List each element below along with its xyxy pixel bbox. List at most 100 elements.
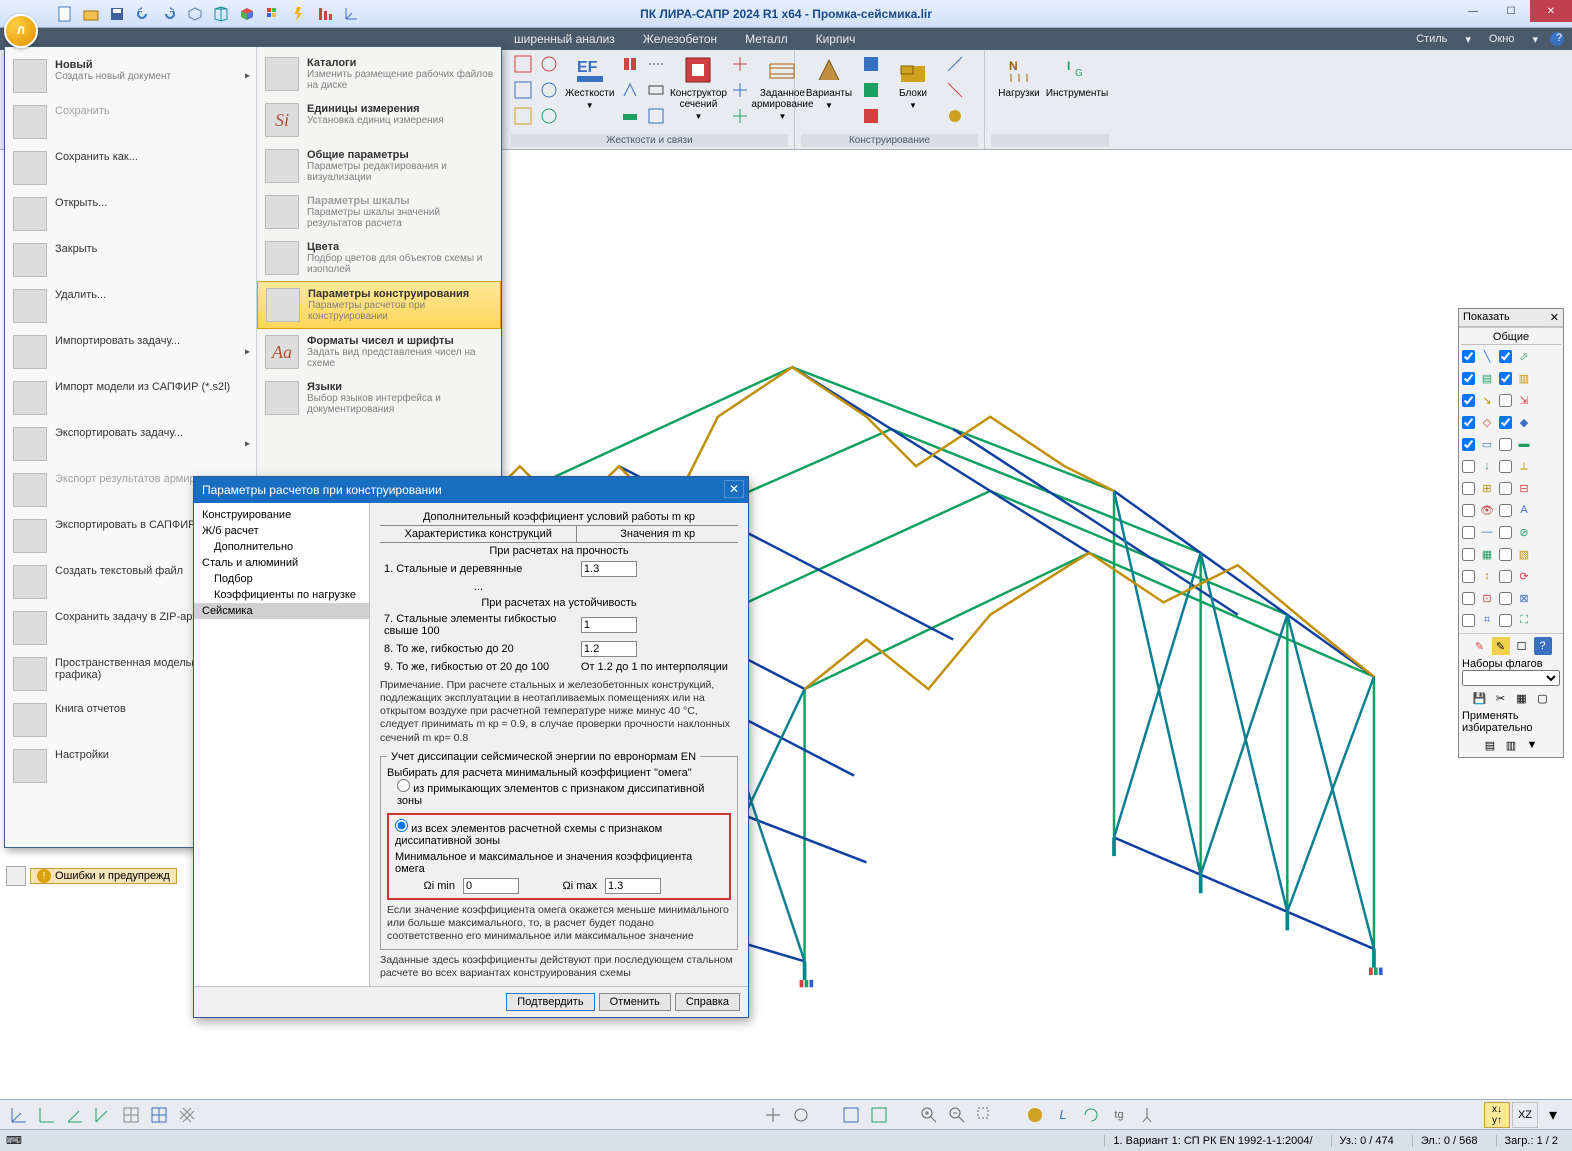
flag-checkbox[interactable] [1462, 570, 1475, 583]
ribbon-tab[interactable]: Железобетон [637, 32, 723, 46]
help-button[interactable]: Справка [675, 993, 740, 1011]
save-set-icon[interactable]: 💾 [1471, 689, 1489, 707]
tree-item[interactable]: Ж/б расчет [194, 523, 369, 539]
ribbon-tab[interactable]: Металл [739, 32, 793, 46]
grid-icon[interactable] [118, 1102, 144, 1128]
ribbon-mini-btn[interactable] [728, 52, 752, 76]
flag-checkbox[interactable] [1499, 372, 1512, 385]
flag-icon[interactable]: ⟳ [1515, 567, 1533, 585]
tool-icon[interactable]: ✎ [1471, 637, 1489, 655]
flagset-select[interactable] [1462, 670, 1560, 686]
axes-icon[interactable] [6, 1102, 32, 1128]
ribbon-tab[interactable]: Кирпич [810, 32, 862, 46]
flag-icon[interactable]: ⊠ [1515, 589, 1533, 607]
filter-funnel-icon[interactable]: ▼ [1523, 736, 1541, 754]
flag-checkbox[interactable] [1462, 526, 1475, 539]
mkr-value-7[interactable] [581, 617, 637, 633]
flag-icon[interactable]: ⊡ [1478, 589, 1496, 607]
warnings-tab[interactable]: !Ошибки и предупрежд [6, 866, 177, 886]
settings-submenu-item[interactable]: ЦветаПодбор цветов для объектов схемы и … [257, 235, 501, 281]
panel-title[interactable]: Показать✕ [1459, 309, 1563, 327]
axis-x-icon[interactable]: x↓y↑ [1484, 1102, 1510, 1128]
plane-xy-icon[interactable] [34, 1102, 60, 1128]
flag-icon[interactable]: A [1515, 501, 1533, 519]
flag-icon[interactable]: ▦ [1478, 545, 1496, 563]
flag-icon[interactable]: ⬀ [1515, 347, 1533, 365]
section-constructor-button[interactable]: Конструктор сечений▼ [670, 52, 726, 123]
L-icon[interactable]: L [1050, 1102, 1076, 1128]
skewgrid-icon[interactable] [174, 1102, 200, 1128]
tree-item[interactable]: Сейсмика [194, 603, 369, 619]
help-icon[interactable]: ? [1550, 32, 1564, 46]
app-menu-item[interactable]: Удалить... [5, 283, 256, 329]
omega-max-input[interactable] [605, 878, 661, 894]
flag-checkbox[interactable] [1462, 416, 1475, 429]
ribbon-mini-btn[interactable] [618, 78, 642, 102]
apply-icon[interactable]: ▦ [1513, 689, 1531, 707]
flag-icon[interactable]: ▥ [1515, 369, 1533, 387]
flag-checkbox[interactable] [1462, 504, 1475, 517]
blocks-button[interactable]: Блоки▼ [885, 52, 941, 112]
omega-min-input[interactable] [463, 878, 519, 894]
flag-icon[interactable]: ▧ [1515, 545, 1533, 563]
flag-icon[interactable]: ⌗ [1478, 611, 1496, 629]
ribbon-mini-btn[interactable] [728, 78, 752, 102]
zoom-out-icon[interactable] [944, 1102, 970, 1128]
confirm-button[interactable]: Подтвердить [506, 993, 594, 1011]
tool-icon[interactable]: ✎ [1492, 637, 1510, 655]
flag-checkbox[interactable] [1499, 526, 1512, 539]
flag-icon[interactable]: ⛶ [1515, 611, 1533, 629]
flag-icon[interactable]: ▬ [1515, 435, 1533, 453]
refresh-icon[interactable] [1078, 1102, 1104, 1128]
flag-icon[interactable]: ◆ [1515, 413, 1533, 431]
app-menu-item[interactable]: Закрыть [5, 237, 256, 283]
flag-checkbox[interactable] [1499, 416, 1512, 429]
radio-option-1[interactable]: из примыкающих элементов с признаком дис… [397, 779, 731, 807]
ribbon-mini-btn[interactable] [537, 78, 561, 102]
flag-checkbox[interactable] [1499, 504, 1512, 517]
flag-checkbox[interactable] [1499, 460, 1512, 473]
tree-item[interactable]: Подбор [194, 571, 369, 587]
status-variant[interactable]: 1. Вариант 1: СП РК EN 1992-1-1:2004/ [1104, 1135, 1320, 1147]
settings-submenu-item[interactable]: КаталогиИзменить размещение рабочих файл… [257, 51, 501, 97]
dialog-tree[interactable]: КонструированиеЖ/б расчетДополнительноСт… [194, 503, 370, 986]
flag-checkbox[interactable] [1462, 614, 1475, 627]
ribbon-mini-btn[interactable] [511, 78, 535, 102]
flag-checkbox[interactable] [1462, 350, 1475, 363]
app-menu-item[interactable]: Открыть... [5, 191, 256, 237]
flag-icon[interactable]: ⟂ [1515, 457, 1533, 475]
flag-icon[interactable]: ⊟ [1515, 479, 1533, 497]
flag-checkbox[interactable] [1499, 482, 1512, 495]
dialog-titlebar[interactable]: Параметры расчетов при конструировании ✕ [194, 477, 748, 503]
flag-icon[interactable]: ⊞ [1478, 479, 1496, 497]
app-menu-item[interactable]: Импорт модели из САПФИР (*.s2l) [5, 375, 256, 421]
show-panel[interactable]: Показать✕ Общие ╲⬀▤▥↘⇲◇◆▭▬↓⟂⊞⊟👁A—⊘▦▧↕⟳⊡⊠… [1458, 308, 1564, 758]
ribbon-mini-btn[interactable] [859, 78, 883, 102]
ribbon-tab[interactable]: ширенный анализ [508, 32, 621, 46]
flag-icon[interactable]: — [1478, 523, 1496, 541]
ribbon-mini-btn[interactable] [728, 104, 752, 128]
ribbon-mini-btn[interactable] [618, 104, 642, 128]
settings-submenu-item[interactable]: Aa Форматы чисел и шрифтыЗадать вид пред… [257, 329, 501, 375]
tool-icon[interactable]: ☐ [1513, 637, 1531, 655]
settings-submenu-item[interactable]: Общие параметрыПараметры редактирования … [257, 143, 501, 189]
filter1-icon[interactable]: ▤ [1481, 736, 1499, 754]
tg-icon[interactable]: tg [1106, 1102, 1132, 1128]
ribbon-mini-btn[interactable] [644, 104, 668, 128]
app-menu-item[interactable]: НовыйСоздать новый документ ▸ [5, 53, 256, 99]
cancel-button[interactable]: Отменить [599, 993, 671, 1011]
flag-checkbox[interactable] [1499, 350, 1512, 363]
axis-xz-icon[interactable]: XZ [1512, 1102, 1538, 1128]
ribbon-mini-btn[interactable] [537, 52, 561, 76]
flag-checkbox[interactable] [1499, 570, 1512, 583]
flag-checkbox[interactable] [1462, 548, 1475, 561]
dialog-close-icon[interactable]: ✕ [724, 480, 744, 498]
radio-option-2[interactable]: из всех элементов расчетной схемы с приз… [395, 819, 723, 847]
pin-icon[interactable] [1134, 1102, 1160, 1128]
mkr-value-8[interactable] [581, 641, 637, 657]
chevron-icon[interactable]: ▾ [1540, 1102, 1566, 1128]
flag-checkbox[interactable] [1499, 592, 1512, 605]
close-icon[interactable]: ✕ [1550, 311, 1559, 324]
tools-button[interactable]: IGИнструменты [1049, 52, 1105, 101]
ribbon-mini-btn[interactable] [644, 78, 668, 102]
